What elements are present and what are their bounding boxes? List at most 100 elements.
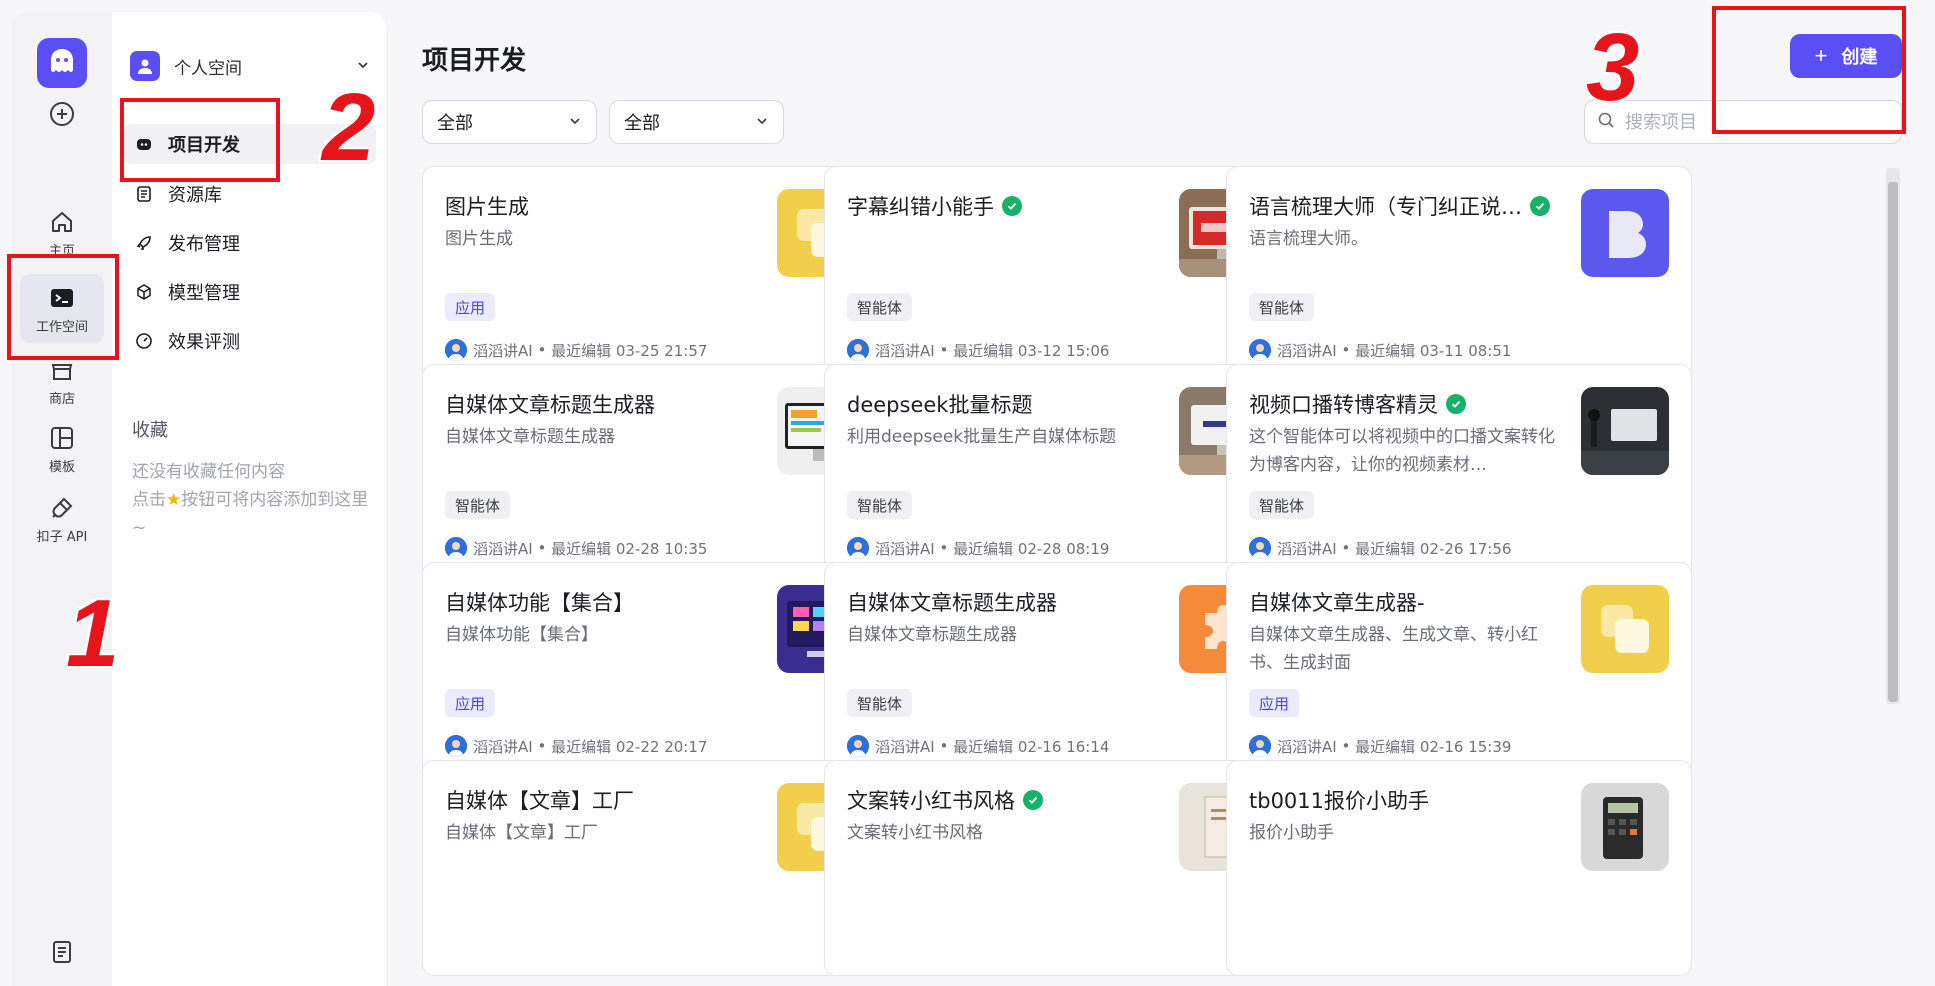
layout-icon xyxy=(48,424,76,452)
card-description: 自媒体文章标题生成器 xyxy=(445,427,615,447)
document-icon xyxy=(48,938,76,966)
verified-check-icon xyxy=(1446,394,1466,414)
verified-check-icon xyxy=(1023,790,1043,810)
library-icon xyxy=(134,184,154,204)
author-avatar xyxy=(847,537,869,559)
last-edited: 最近编辑 02-26 17:56 xyxy=(1355,539,1512,558)
author-avatar xyxy=(1249,339,1271,361)
project-grid: 图片生成 图片生成 应用 滔滔讲AI • 最近编辑 03-25 21:57 字幕纠错小能… xyxy=(422,166,1882,986)
rail-label: 模板 xyxy=(48,460,75,475)
rail-label: 商店 xyxy=(48,392,75,407)
card-type-tag: 智能体 xyxy=(445,491,511,519)
card-thumbnail xyxy=(1581,387,1669,475)
plug-icon xyxy=(48,494,76,522)
last-edited: 最近编辑 03-11 08:51 xyxy=(1355,341,1512,360)
card-title: 文案转小红书风格 xyxy=(847,785,1157,815)
card-description: 语言梳理大师。 xyxy=(1249,229,1368,249)
card-title: 视频口播转博客精灵 xyxy=(1249,389,1559,419)
author-avatar xyxy=(445,735,467,757)
nav-evaluation[interactable]: 效果评测 xyxy=(124,321,376,361)
plus-circle-icon xyxy=(48,100,76,128)
rail-item-api[interactable]: 扣子 API xyxy=(12,494,112,545)
gauge-icon xyxy=(134,331,154,351)
status-filter-select[interactable]: 全部 xyxy=(609,100,784,144)
docs-button[interactable] xyxy=(12,938,112,966)
project-card[interactable]: 自媒体功能【集合】 自媒体功能【集合】 应用 滔滔讲AI • 最近编辑 02-22 2… xyxy=(422,562,888,778)
project-card[interactable]: 语言梳理大师（专门纠正说… 语言梳理大师。智能体滔滔讲AI • 最近编辑 03-1… xyxy=(1226,166,1692,382)
card-meta: 滔滔讲AI • 最近编辑 02-26 17:56 xyxy=(1249,537,1511,559)
cube-icon xyxy=(134,282,154,302)
last-edited: 最近编辑 02-16 16:14 xyxy=(953,737,1110,756)
project-card[interactable]: 文案转小红书风格 文案转小红书风格 xyxy=(824,760,1290,976)
card-type-tag: 智能体 xyxy=(1249,293,1315,321)
card-description: 图片生成 xyxy=(445,229,513,249)
author-avatar xyxy=(1249,537,1271,559)
card-meta: 滔滔讲AI • 最近编辑 02-16 15:39 xyxy=(1249,735,1511,757)
rocket-icon xyxy=(134,233,154,253)
rail-item-templates[interactable]: 模板 xyxy=(12,424,112,475)
project-card[interactable]: 视频口播转博客精灵 这个智能体可以将视频中的口播文案转化为博客内容，让你的视频素材… xyxy=(1226,364,1692,580)
verified-check-icon xyxy=(1530,196,1550,216)
chevron-down-icon xyxy=(568,112,582,133)
project-card[interactable]: 自媒体文章生成器- 自媒体文章生成器、生成文章、转小红书、生成封面 应用 滔滔讲AI … xyxy=(1226,562,1692,778)
author-name: 滔滔讲AI xyxy=(1277,341,1337,360)
annotation-number-1: 1 xyxy=(66,580,120,687)
project-card[interactable]: 字幕纠错小能手 智能体 滔滔讲AI • 最近编辑 03-12 15:06 xyxy=(824,166,1290,382)
card-title: 自媒体功能【集合】 xyxy=(445,591,634,615)
card-meta: 滔滔讲AI • 最近编辑 03-11 08:51 xyxy=(1249,339,1511,361)
annotation-number-2: 2 xyxy=(322,74,376,181)
nav-label: 资源库 xyxy=(168,185,222,206)
add-button[interactable] xyxy=(12,100,112,128)
home-icon xyxy=(48,208,76,236)
space-name: 个人空间 xyxy=(174,58,242,79)
card-type-tag: 智能体 xyxy=(847,491,913,519)
card-meta: 滔滔讲AI • 最近编辑 02-22 20:17 xyxy=(445,735,707,757)
author-avatar xyxy=(1249,735,1271,757)
card-title: 语言梳理大师（专门纠正说… xyxy=(1249,191,1559,221)
card-description: 利用deepseek批量生产自媒体标题 xyxy=(847,427,1117,447)
project-card[interactable]: 自媒体文章标题生成器 自媒体文章标题生成器 智能体 滔滔讲AI • 最近编辑 02-1… xyxy=(824,562,1290,778)
card-type-tag: 应用 xyxy=(445,689,496,717)
nav-models[interactable]: 模型管理 xyxy=(124,272,376,312)
chevron-down-icon xyxy=(356,57,370,76)
project-card[interactable]: 自媒体【文章】工厂 自媒体【文章】工厂 xyxy=(422,760,888,976)
annotation-number-3: 3 xyxy=(1586,14,1640,121)
annotation-box-2 xyxy=(120,98,280,182)
project-card[interactable]: tb0011报价小助手 报价小助手 xyxy=(1226,760,1692,976)
page-title: 项目开发 xyxy=(422,46,527,76)
card-title: tb0011报价小助手 xyxy=(1249,789,1430,813)
card-type-tag: 应用 xyxy=(1249,689,1300,717)
rail-label: 扣子 API xyxy=(36,530,88,545)
project-card[interactable]: 自媒体文章标题生成器 自媒体文章标题生成器 智能体 滔滔讲AI • 最近编辑 02-2… xyxy=(422,364,888,580)
card-thumbnail xyxy=(1581,585,1669,673)
rail-item-store[interactable]: 商店 xyxy=(12,356,112,407)
project-card[interactable]: deepseek批量标题 利用deepseek批量生产自媒体标题 智能体 滔滔讲AI … xyxy=(824,364,1290,580)
favorites-empty-text: 还没有收藏任何内容 点击★按钮可将内容添加到这里~ xyxy=(132,462,369,538)
icon-rail: 主页 工作空间 商店 模板 扣子 API xyxy=(12,12,112,986)
verified-check-icon xyxy=(1002,196,1022,216)
store-icon xyxy=(48,356,76,384)
card-title: 自媒体【文章】工厂 xyxy=(445,789,634,813)
last-edited: 最近编辑 02-28 10:35 xyxy=(551,539,708,558)
author-name: 滔滔讲AI xyxy=(1277,539,1337,558)
author-avatar xyxy=(847,735,869,757)
scrollbar[interactable] xyxy=(1886,168,1900,704)
nav-publish[interactable]: 发布管理 xyxy=(124,223,376,263)
type-filter-select[interactable]: 全部 xyxy=(422,100,597,144)
coze-logo-icon[interactable] xyxy=(37,38,87,88)
author-name: 滔滔讲AI xyxy=(875,539,935,558)
card-meta: 滔滔讲AI • 最近编辑 02-28 10:35 xyxy=(445,537,707,559)
scrollbar-thumb[interactable] xyxy=(1888,182,1898,702)
project-card[interactable]: 图片生成 图片生成 应用 滔滔讲AI • 最近编辑 03-25 21:57 xyxy=(422,166,888,382)
rail-item-home[interactable]: 主页 xyxy=(12,208,112,259)
card-title: 字幕纠错小能手 xyxy=(847,191,1157,221)
annotation-box-1 xyxy=(7,254,119,360)
author-avatar xyxy=(847,339,869,361)
card-type-tag: 智能体 xyxy=(847,293,913,321)
author-name: 滔滔讲AI xyxy=(473,539,533,558)
author-name: 滔滔讲AI xyxy=(875,737,935,756)
card-thumbnail xyxy=(1581,783,1669,871)
author-name: 滔滔讲AI xyxy=(473,737,533,756)
card-title: 自媒体文章标题生成器 xyxy=(847,591,1057,615)
last-edited: 最近编辑 03-12 15:06 xyxy=(953,341,1110,360)
